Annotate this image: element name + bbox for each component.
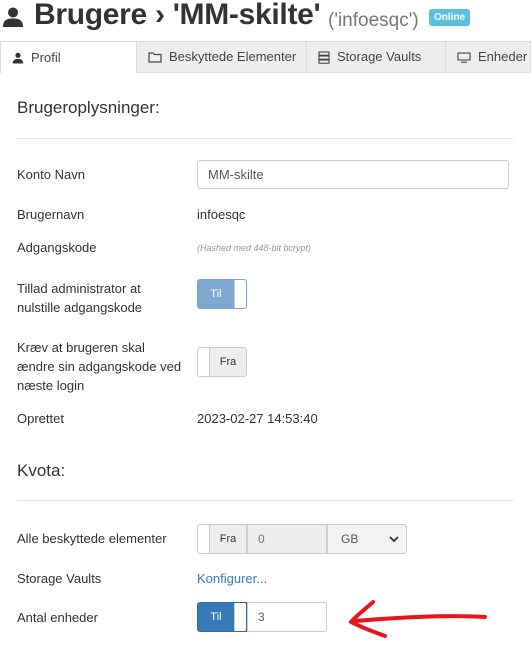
chevron-down-icon xyxy=(389,536,399,543)
tab-beskyttede-elementer[interactable]: Beskyttede Elementer xyxy=(137,41,307,73)
created-label: Oprettet xyxy=(17,411,64,426)
device-count-label: Antal enheder xyxy=(17,610,98,625)
device-count-input[interactable]: 3 xyxy=(247,602,327,632)
monitor-icon xyxy=(457,51,471,63)
section-heading-quota: Kvota: xyxy=(17,461,66,480)
toggle-label: Til xyxy=(210,288,222,300)
admin-reset-label: Tillad administrator at nulstille adgang… xyxy=(17,281,143,315)
annotation-arrow-icon xyxy=(349,600,487,638)
toggle-label: Fra xyxy=(219,533,237,545)
tab-profil[interactable]: Profil xyxy=(0,41,137,74)
folder-icon xyxy=(148,52,162,63)
all-protected-unit-select[interactable]: GB xyxy=(327,524,407,554)
require-change-label: Kræv at brugeren skal ændre sin adgangsk… xyxy=(17,340,182,393)
section-heading-user-info: Brugeroplysninger: xyxy=(17,98,160,117)
tab-storage-vaults[interactable]: Storage Vaults xyxy=(307,41,446,73)
user-icon xyxy=(3,7,23,27)
toggle-knob xyxy=(234,280,246,308)
configure-storage-vaults-link[interactable]: Konfigurer... xyxy=(197,571,267,586)
page-header: Brugere › 'MM-skilte' ('infoesqc') Onlin… xyxy=(0,0,531,40)
tab-label: Storage Vaults xyxy=(337,49,422,64)
password-hint: (Hashed med 448-bit bcrypt) xyxy=(197,243,312,253)
page-subtitle: ('infoesqc') xyxy=(328,10,419,31)
toggle-knob xyxy=(198,525,210,553)
created-value: 2023-02-27 14:53:40 xyxy=(197,411,318,426)
divider xyxy=(17,500,514,501)
admin-reset-toggle[interactable]: Til xyxy=(197,279,247,309)
account-name-label: Konto Navn xyxy=(17,167,85,182)
username-value: infoesqc xyxy=(197,207,246,222)
username-label: Brugernavn xyxy=(17,207,85,222)
all-protected-toggle[interactable]: Fra xyxy=(197,524,247,554)
tab-label: Profil xyxy=(31,49,61,65)
all-protected-quota-input[interactable]: 0 xyxy=(247,524,327,554)
storage-vaults-label: Storage Vaults xyxy=(17,571,102,586)
toggle-label: Til xyxy=(210,611,222,623)
tab-bar: Profil Beskyttede Elementer Storage Vaul… xyxy=(0,41,531,74)
toggle-knob xyxy=(234,603,246,631)
all-protected-label: Alle beskyttede elementer xyxy=(17,531,167,546)
device-count-toggle[interactable]: Til xyxy=(197,602,247,632)
toggle-knob xyxy=(198,348,210,376)
tab-label: Beskyttede Elementer xyxy=(169,49,297,64)
status-badge: Online xyxy=(429,9,471,26)
select-value: GB xyxy=(341,532,359,546)
require-change-toggle[interactable]: Fra xyxy=(197,347,247,377)
tab-label: Enheder xyxy=(478,49,528,64)
server-icon xyxy=(318,50,330,64)
divider xyxy=(17,138,514,139)
user-icon xyxy=(12,52,24,63)
password-label: Adgangskode xyxy=(17,240,97,255)
account-name-input[interactable]: MM-skilte xyxy=(197,160,509,189)
page-title: Brugere › 'MM-skilte' xyxy=(34,0,321,31)
toggle-label: Fra xyxy=(219,356,237,368)
tab-enheder[interactable]: Enheder xyxy=(446,41,531,73)
